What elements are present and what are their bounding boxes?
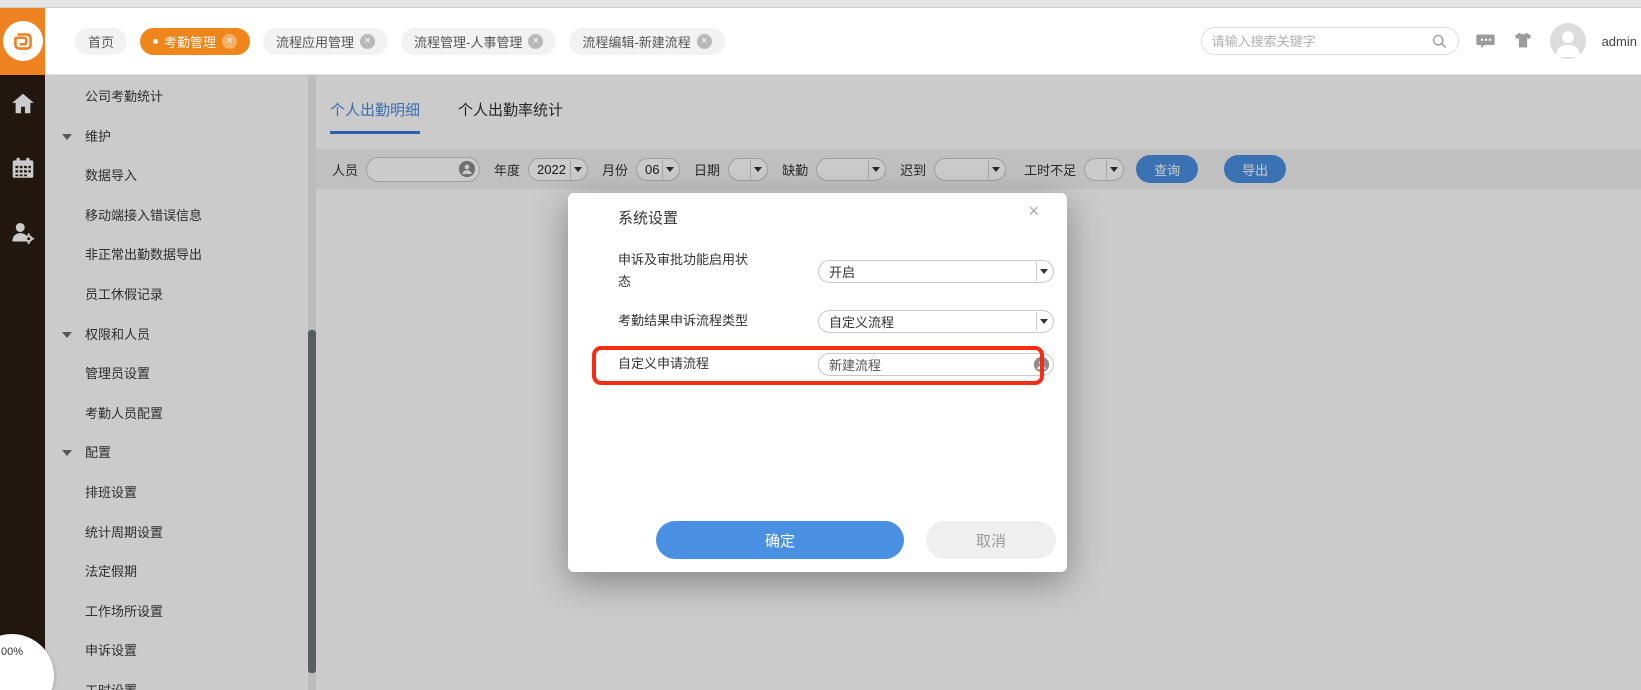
field-label: 自定义申请流程 <box>618 356 710 371</box>
window-top-strip <box>0 0 1641 8</box>
search-icon[interactable] <box>1431 33 1448 50</box>
chevron-down-icon[interactable] <box>1036 261 1051 281</box>
select-value: 自定义流程 <box>829 314 895 330</box>
select-value: 开启 <box>829 264 856 280</box>
app-logo[interactable] <box>0 7 45 75</box>
header-tab-process-hr[interactable]: 流程管理-人事管理 × <box>401 27 557 55</box>
close-icon[interactable]: × <box>222 33 238 49</box>
username[interactable]: admin <box>1602 34 1637 49</box>
tab-label: 流程编辑-新建流程 <box>582 34 691 50</box>
confirm-button[interactable]: 确定 <box>656 521 904 559</box>
search-input[interactable] <box>1211 33 1431 49</box>
search-box[interactable] <box>1200 27 1459 55</box>
tab-label: 流程应用管理 <box>276 34 355 50</box>
logo-circle <box>2 21 43 61</box>
field-custom-apply-process: 自定义申请流程 新建流程 <box>618 352 1054 376</box>
modal-close-icon[interactable]: × <box>1028 201 1039 222</box>
custom-process-picker[interactable]: 新建流程 <box>818 352 1054 376</box>
active-dot-icon <box>153 38 159 44</box>
tab-label: 首页 <box>88 34 115 50</box>
header: 首页 考勤管理 × 流程应用管理 × 流程管理-人事管理 × 流程编辑-新建流程… <box>0 7 1641 75</box>
header-tab-bar: 首页 考勤管理 × 流程应用管理 × 流程管理-人事管理 × 流程编辑-新建流程… <box>75 27 725 55</box>
close-icon[interactable]: × <box>696 33 712 49</box>
field-appeal-process-type: 考勤结果申诉流程类型 自定义流程 <box>618 309 1054 333</box>
person-icon <box>1555 31 1580 57</box>
header-tab-attendance[interactable]: 考勤管理 × <box>140 27 251 55</box>
field-label: 考勤结果申诉流程类型 <box>618 313 749 328</box>
process-type-select[interactable]: 自定义流程 <box>818 309 1054 333</box>
picker-value: 新建流程 <box>829 357 882 373</box>
field-label: 申诉及审批功能启用状态 <box>618 252 749 289</box>
system-settings-modal: 系统设置 × 申诉及审批功能启用状态 开启 考勤结果申诉流程类型 自定义流程 自… <box>568 193 1067 572</box>
header-tab-process-edit[interactable]: 流程编辑-新建流程 × <box>569 27 725 55</box>
shirt-theme-icon[interactable] <box>1512 30 1534 52</box>
field-appeal-approval-status: 申诉及审批功能启用状态 开启 <box>618 241 1054 301</box>
avatar[interactable] <box>1549 23 1586 59</box>
tab-label: 流程管理-人事管理 <box>414 34 523 50</box>
header-tab-home[interactable]: 首页 <box>75 27 128 55</box>
close-icon[interactable]: × <box>528 33 544 49</box>
header-right: admin <box>1200 23 1641 59</box>
message-icon[interactable] <box>1475 31 1496 52</box>
header-tab-process-app[interactable]: 流程应用管理 × <box>263 27 389 55</box>
close-icon[interactable]: × <box>360 33 376 49</box>
cancel-button[interactable]: 取消 <box>926 521 1056 559</box>
appeal-status-select[interactable]: 开启 <box>818 259 1054 283</box>
chevron-down-icon[interactable] <box>1036 311 1051 331</box>
tab-label: 考勤管理 <box>164 34 217 50</box>
person-picker-icon[interactable] <box>1033 356 1050 373</box>
spiral-logo-icon <box>13 33 32 50</box>
zoom-level-text: 00% <box>1 646 24 658</box>
modal-title: 系统设置 <box>618 210 679 227</box>
